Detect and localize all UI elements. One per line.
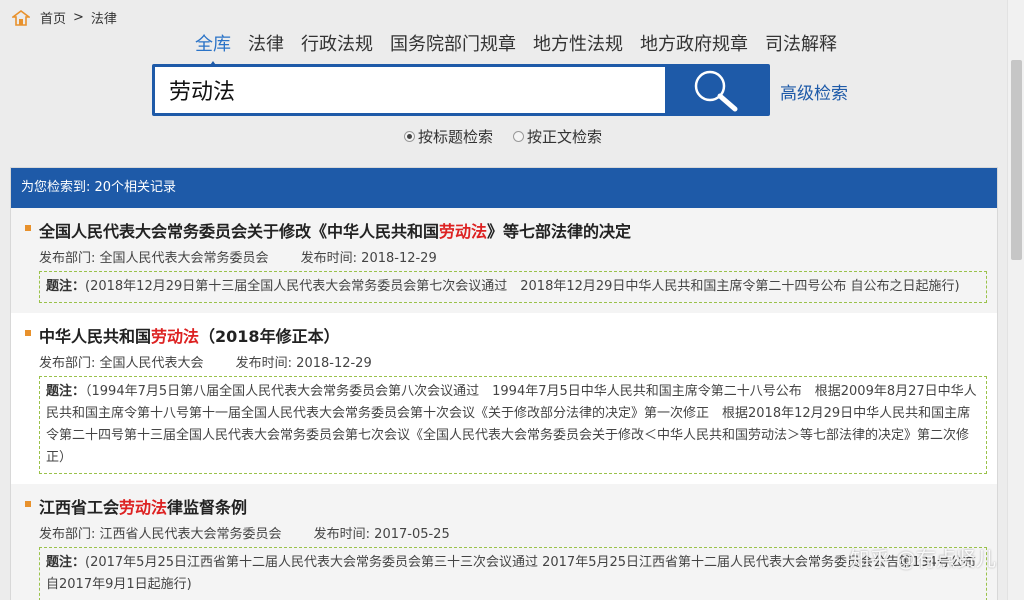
result-title[interactable]: 江西省工会劳动法律监督条例 xyxy=(39,494,987,518)
result-item: 江西省工会劳动法律监督条例 发布部门: 江西省人民代表大会常务委员会 发布时间:… xyxy=(11,484,997,600)
breadcrumb-current[interactable]: 法律 xyxy=(91,8,117,27)
search-mode-options: 按标题检索 按正文检索 xyxy=(404,126,622,147)
radio-checked-icon[interactable] xyxy=(404,131,415,142)
result-meta: 发布部门: 全国人民代表大会常务委员会 发布时间: 2018-12-29 xyxy=(39,247,987,266)
note-label: 题注： xyxy=(46,384,86,399)
result-item: 全国人民代表大会常务委员会关于修改《中华人民共和国劳动法》等七部法律的决定 发布… xyxy=(11,208,997,313)
home-icon[interactable] xyxy=(12,9,30,26)
publish-date: 发布时间: 2017-05-25 xyxy=(313,527,450,542)
publish-department: 发布部门: 江西省人民代表大会常务委员会 xyxy=(39,527,282,542)
publish-department: 发布部门: 全国人民代表大会常务委员会 xyxy=(39,251,269,266)
radio-label: 按正文检索 xyxy=(527,128,603,146)
vertical-scrollbar[interactable] xyxy=(1007,0,1024,600)
publish-date: 发布时间: 2018-12-29 xyxy=(235,356,372,371)
note-text: （1994年7月5日第八届全国人民代表大会常务委员会第八次会议通过 1994年7… xyxy=(46,384,977,465)
radio-search-by-body[interactable]: 按正文检索 xyxy=(513,126,602,147)
result-meta: 发布部门: 全国人民代表大会 发布时间: 2018-12-29 xyxy=(39,352,987,371)
result-title[interactable]: 全国人民代表大会常务委员会关于修改《中华人民共和国劳动法》等七部法律的决定 xyxy=(39,218,987,242)
search-button[interactable] xyxy=(665,67,767,113)
note-label: 题注： xyxy=(46,555,86,570)
tab-all[interactable]: 全库 xyxy=(195,30,231,68)
breadcrumb: 首页 > 法律 xyxy=(12,8,117,27)
watermark: 知乎 @有点贤儿 xyxy=(849,547,996,571)
scrollbar-thumb[interactable] xyxy=(1011,60,1022,260)
bullet-icon xyxy=(25,330,31,336)
publish-department: 发布部门: 全国人民代表大会 xyxy=(39,356,204,371)
radio-search-by-title[interactable]: 按标题检索 xyxy=(404,126,493,147)
breadcrumb-home[interactable]: 首页 xyxy=(40,8,66,27)
publish-date: 发布时间: 2018-12-29 xyxy=(300,251,437,266)
note-text: (2018年12月29日第十三届全国人民代表大会常务委员会第七次会议通过 201… xyxy=(85,279,960,294)
search-icon xyxy=(694,70,738,112)
radio-label: 按标题检索 xyxy=(418,128,494,146)
result-meta: 发布部门: 江西省人民代表大会常务委员会 发布时间: 2017-05-25 xyxy=(39,523,987,542)
result-note: 题注：(2017年5月25日江西省第十二届人民代表大会常务委员会第三十三次会议通… xyxy=(39,547,987,600)
advanced-search-link[interactable]: 高级检索 xyxy=(780,79,848,104)
tab-local-government-rules[interactable]: 地方政府规章 xyxy=(640,30,748,56)
breadcrumb-separator: > xyxy=(73,10,84,25)
result-item: 中华人民共和国劳动法（2018年修正本） 发布部门: 全国人民代表大会 发布时间… xyxy=(11,313,997,484)
results-count-header: 为您检索到: 20个相关记录 xyxy=(11,168,997,208)
result-note: 题注：（1994年7月5日第八届全国人民代表大会常务委员会第八次会议通过 199… xyxy=(39,376,987,474)
note-label: 题注： xyxy=(46,279,86,294)
bullet-icon xyxy=(25,225,31,231)
radio-unchecked-icon[interactable] xyxy=(513,131,525,142)
tab-judicial-interpretations[interactable]: 司法解释 xyxy=(765,30,837,56)
bullet-icon xyxy=(25,501,31,507)
results-panel: 为您检索到: 20个相关记录 全国人民代表大会常务委员会关于修改《中华人民共和国… xyxy=(10,167,998,600)
note-text: (2017年5月25日江西省第十二届人民代表大会常务委员会第三十三次会议通过 2… xyxy=(46,555,976,592)
tab-local-regulations[interactable]: 地方性法规 xyxy=(533,30,623,56)
search-input[interactable] xyxy=(155,67,665,113)
tab-law[interactable]: 法律 xyxy=(248,30,284,56)
result-note: 题注：(2018年12月29日第十三届全国人民代表大会常务委员会第七次会议通过 … xyxy=(39,271,987,303)
category-tabs: 全库 法律 行政法规 国务院部门规章 地方性法规 地方政府规章 司法解释 xyxy=(195,30,854,68)
result-title[interactable]: 中华人民共和国劳动法（2018年修正本） xyxy=(39,323,987,347)
tab-department-rules[interactable]: 国务院部门规章 xyxy=(390,30,516,56)
search-box xyxy=(152,64,770,116)
tab-administrative-regulations[interactable]: 行政法规 xyxy=(301,30,373,56)
